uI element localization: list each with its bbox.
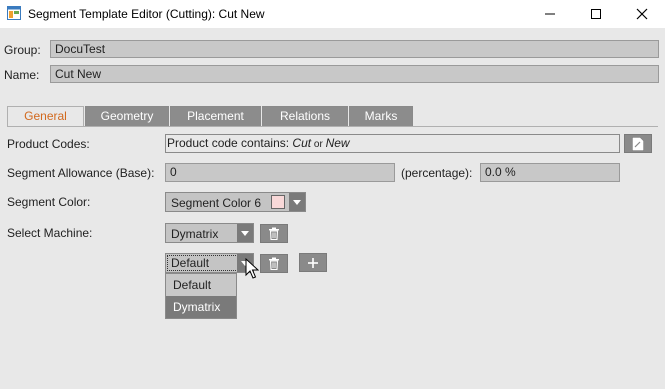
color-swatch	[271, 195, 285, 209]
segment-color-value: Segment Color 6	[171, 196, 262, 210]
title-bar: Segment Template Editor (Cutting): Cut N…	[0, 0, 665, 28]
chevron-down-icon	[289, 193, 305, 211]
trash-icon	[269, 257, 279, 270]
app-icon	[7, 6, 21, 20]
percentage-field[interactable]: 0.0 %	[480, 163, 620, 182]
second-select-value: Default	[171, 256, 210, 270]
delete-machine-button[interactable]	[260, 224, 288, 243]
allowance-field[interactable]: 0	[165, 163, 395, 182]
second-select[interactable]: Default	[165, 253, 254, 273]
percentage-label: (percentage):	[401, 166, 473, 180]
tab-relations[interactable]: Relations	[262, 106, 348, 126]
edit-product-codes-button[interactable]	[624, 134, 652, 153]
close-icon	[636, 8, 648, 20]
select-machine-label: Select Machine:	[7, 226, 93, 240]
product-codes-field[interactable]: Product code contains: Cut or New	[165, 134, 620, 153]
edit-document-icon	[632, 137, 644, 150]
dropdown-option-dymatrix[interactable]: Dymatrix	[166, 296, 236, 318]
trash-icon	[269, 227, 279, 240]
minimize-button[interactable]	[527, 0, 573, 28]
mouse-cursor-icon	[245, 258, 259, 279]
group-field[interactable]: DocuTest	[50, 40, 659, 58]
product-codes-term-2: New	[325, 136, 350, 150]
product-codes-term-1: Cut	[292, 136, 312, 150]
tab-marks[interactable]: Marks	[349, 106, 413, 126]
maximize-button[interactable]	[573, 0, 619, 28]
tab-bar: General Geometry Placement Relations Mar…	[7, 106, 658, 127]
tab-geometry[interactable]: Geometry	[85, 106, 169, 126]
maximize-icon	[591, 9, 601, 19]
group-label: Group:	[4, 43, 41, 57]
product-codes-label: Product Codes:	[7, 137, 90, 151]
delete-second-button[interactable]	[260, 254, 288, 273]
dropdown-list: Default Dymatrix	[165, 273, 237, 319]
minimize-icon	[545, 13, 555, 15]
machine-select[interactable]: Dymatrix	[165, 223, 254, 243]
window-title: Segment Template Editor (Cutting): Cut N…	[28, 7, 265, 21]
dropdown-option-default[interactable]: Default	[166, 274, 236, 296]
name-field[interactable]: Cut New	[50, 65, 659, 83]
tab-placement[interactable]: Placement	[170, 106, 261, 126]
chevron-down-icon	[237, 224, 253, 242]
machine-select-value: Dymatrix	[171, 227, 219, 241]
segment-color-select[interactable]: Segment Color 6	[165, 192, 306, 212]
name-label: Name:	[4, 68, 40, 82]
allowance-label: Segment Allowance (Base):	[7, 166, 155, 180]
tab-general[interactable]: General	[7, 106, 84, 126]
product-codes-or: or	[311, 139, 326, 150]
close-button[interactable]	[619, 0, 665, 28]
segment-color-label: Segment Color:	[7, 195, 91, 209]
product-codes-prefix: Product code contains:	[167, 136, 293, 150]
plus-icon	[308, 257, 318, 268]
add-button[interactable]	[299, 253, 327, 272]
